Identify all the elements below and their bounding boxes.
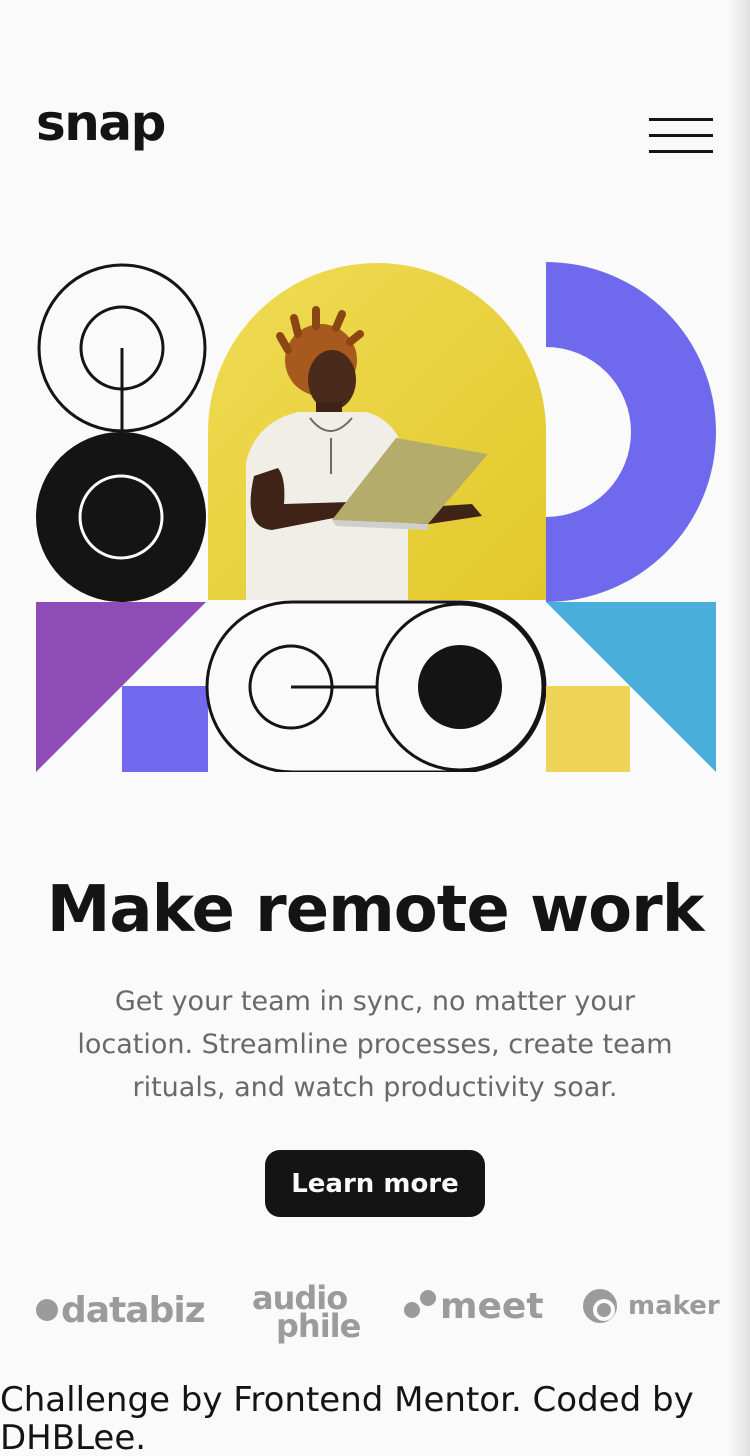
site-header: snap (0, 0, 750, 200)
learn-more-button[interactable]: Learn more (265, 1150, 485, 1217)
attribution-footer: Challenge by Frontend Mentor. Coded by D… (0, 1380, 694, 1456)
hero-title: Make remote work (46, 873, 705, 947)
black-circle-shape (36, 432, 206, 602)
meet-dots-icon (404, 1288, 440, 1320)
client-logo-databiz: databiz (36, 1290, 206, 1331)
hero-description: Get your team in sync, no matter your lo… (77, 986, 673, 1103)
logo[interactable]: snap (36, 98, 166, 148)
databiz-dot-icon (36, 1299, 58, 1321)
purple-square-shape (122, 686, 208, 772)
hamburger-menu-icon[interactable] (646, 114, 716, 158)
maker-circle-icon (583, 1289, 617, 1323)
pill-shape (205, 600, 547, 774)
maker-label: maker (628, 1291, 720, 1321)
menu-bar-bottom (649, 150, 713, 153)
menu-bar-middle (649, 134, 713, 137)
meet-label: meet (440, 1286, 544, 1327)
client-logo-maker: maker (582, 1288, 720, 1324)
yellow-square-shape (546, 686, 630, 772)
outline-circle-shape (37, 263, 207, 433)
hero-illustration (36, 262, 716, 774)
edge-shadow (728, 0, 750, 1456)
page: snap Make remote work Get your team in s… (0, 0, 750, 1456)
client-logos: databiz audio phile meet maker (0, 1270, 750, 1360)
client-logo-meet: meet (404, 1286, 544, 1327)
client-logo-audiophile: audio phile (252, 1282, 361, 1342)
purple-arc-shape (546, 262, 716, 602)
databiz-label: databiz (61, 1290, 206, 1331)
hero-photo (208, 263, 546, 600)
menu-bar-top (649, 118, 713, 121)
